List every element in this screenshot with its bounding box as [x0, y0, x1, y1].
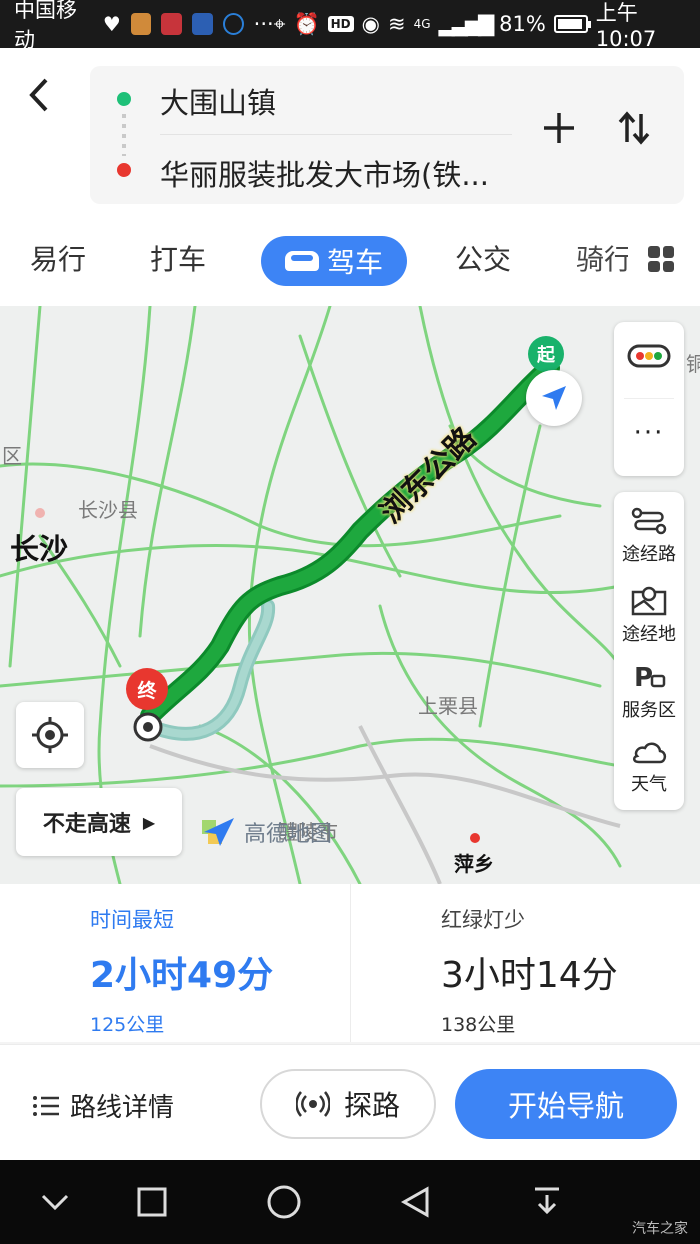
destination-dot-icon: [117, 163, 131, 177]
clock: 上午10:07: [595, 1, 657, 51]
route-distance: 125公里: [90, 1014, 165, 1036]
more-tools-button[interactable]: ···: [614, 418, 684, 448]
probe-button[interactable]: 探路: [260, 1069, 436, 1139]
notification-pull-icon[interactable]: [532, 1186, 562, 1218]
signal-icon: ▂▃▅▇: [438, 12, 495, 36]
origin-dot-icon: [117, 92, 131, 106]
status-bar: 中国移动 ♥ ··· ⌖ ⏰ HD ◉ ≋ 4G ▂▃▅▇ 81% 上午10:0…: [0, 0, 700, 52]
route-connector: [122, 114, 126, 156]
map-view[interactable]: 区 长沙县 长沙 上栗县 醴陵市 萍乡 铜 浏东公路 起 终 ··· 途经路 途…: [0, 306, 700, 884]
route-duration: 3小时14分: [441, 955, 618, 996]
wifi-icon: ≋: [387, 12, 406, 36]
app-notification-icon: [130, 13, 152, 35]
list-icon: [33, 1095, 59, 1116]
traffic-light-icon: [627, 344, 671, 368]
locate-me-button[interactable]: [16, 702, 84, 768]
battery-icon: [553, 15, 591, 33]
weather-label: 天气: [631, 774, 667, 795]
alarm-icon: ⏰: [293, 11, 320, 36]
recents-icon[interactable]: [136, 1186, 168, 1218]
map-label-pingxiang: 萍乡: [454, 852, 494, 876]
waypoint-road-label: 途经路: [622, 544, 676, 565]
via-place-button[interactable]: 途经地: [614, 584, 684, 646]
map-label-shangli: 上栗县: [418, 694, 478, 718]
route-details-button[interactable]: 路线详情: [32, 1087, 174, 1124]
tab-drive-label: 驾车: [326, 246, 383, 279]
route-details-label: 路线详情: [70, 1093, 175, 1123]
more-notifications-icon: ···: [253, 12, 274, 36]
end-pin: 终: [126, 668, 168, 710]
map-pin-icon: [631, 586, 667, 616]
route-label: 红绿灯少: [441, 908, 525, 932]
action-bar: 路线详情 探路 开始导航: [0, 1044, 700, 1160]
network-type: 4G: [413, 17, 431, 31]
origin-field[interactable]: 大围山镇: [160, 80, 276, 122]
transport-mode-tabs: 易行 打车 驾车 公交 骑行: [0, 232, 700, 296]
route-options: 时间最短 2小时49分 125公里 红绿灯少 3小时14分 138公里: [0, 884, 700, 1042]
health-icon: ♥: [102, 12, 121, 36]
tab-easy[interactable]: 易行: [30, 238, 86, 278]
map-label-district: 区: [2, 444, 22, 468]
traffic-toggle[interactable]: [614, 344, 684, 372]
home-icon[interactable]: [266, 1184, 302, 1220]
car-icon: [284, 251, 319, 271]
brand-label: 高德地图: [244, 822, 333, 847]
amap-logo-icon: [202, 818, 234, 846]
field-divider: [160, 134, 512, 135]
avoid-highway-button[interactable]: 不走高速 ▶: [16, 788, 182, 856]
route-duration: 2小时49分: [90, 955, 274, 996]
cloud-icon: [633, 742, 667, 764]
probe-label: 探路: [343, 1089, 400, 1122]
more-modes-icon[interactable]: [648, 246, 674, 272]
app-notification-icon: [161, 13, 183, 35]
location-icon: ⌖: [273, 11, 286, 36]
tab-bike[interactable]: 骑行: [576, 238, 628, 278]
route-path-icon: [631, 507, 667, 535]
route-option-fastest[interactable]: 时间最短 2小时49分 125公里: [0, 884, 350, 1042]
waypoint-road-button[interactable]: 途经路: [614, 506, 684, 566]
svg-text:P: P: [634, 663, 653, 692]
hd-icon: HD: [327, 16, 354, 32]
weather-button[interactable]: 天气: [614, 738, 684, 796]
parking-cup-icon: P: [634, 663, 666, 692]
chat-notification-icon: [222, 13, 244, 35]
system-navigation-bar: 汽车之家: [0, 1160, 700, 1244]
destination-field[interactable]: 华丽服装批发大市场(铁...: [160, 152, 489, 194]
caret-right-icon: ▶: [142, 812, 156, 832]
app-notification-icon: [192, 13, 213, 35]
tab-drive[interactable]: 驾车: [261, 236, 407, 286]
route-distance: 138公里: [441, 1014, 516, 1036]
add-waypoint-icon[interactable]: [542, 106, 576, 155]
map-brand: 高德地图: [200, 814, 332, 850]
swap-route-icon[interactable]: [618, 110, 650, 155]
tab-taxi[interactable]: 打车: [150, 238, 206, 278]
route-input-box: 大围山镇 华丽服装批发大市场(铁...: [90, 66, 684, 204]
map-label-changsha: 长沙: [10, 532, 69, 566]
via-place-label: 途经地: [622, 624, 676, 645]
carrier-label: 中国移动: [14, 0, 77, 52]
collapse-icon[interactable]: [40, 1192, 70, 1212]
service-area-button[interactable]: P 服务区: [614, 662, 684, 722]
broadcast-icon: [295, 1091, 330, 1117]
map-label-changshaxian: 长沙县: [78, 498, 138, 522]
avoid-highway-label: 不走高速: [42, 812, 131, 837]
watermark: 汽车之家: [632, 1221, 688, 1237]
map-tools-panel: ···: [614, 322, 684, 476]
route-label: 时间最短: [90, 908, 174, 932]
back-nav-icon[interactable]: [400, 1186, 432, 1218]
service-area-label: 服务区: [622, 700, 676, 721]
start-navigation-button[interactable]: 开始导航: [455, 1069, 677, 1139]
current-location-arrow-icon: [526, 370, 582, 426]
back-icon[interactable]: [26, 76, 52, 121]
route-tools-panel: 途经路 途经地 P 服务区 天气: [614, 492, 684, 810]
eye-icon: ◉: [361, 12, 380, 36]
map-label-edge: 铜: [686, 352, 700, 376]
tab-transit[interactable]: 公交: [455, 238, 511, 278]
start-pin: 起: [528, 336, 564, 372]
route-header: 大围山镇 华丽服装批发大市场(铁... 易行 打车 驾车 公交 骑行: [0, 48, 700, 306]
crosshair-icon: [32, 717, 68, 753]
battery-percent: 81%: [499, 12, 546, 36]
route-option-fewer-lights[interactable]: 红绿灯少 3小时14分 138公里: [350, 884, 700, 1042]
